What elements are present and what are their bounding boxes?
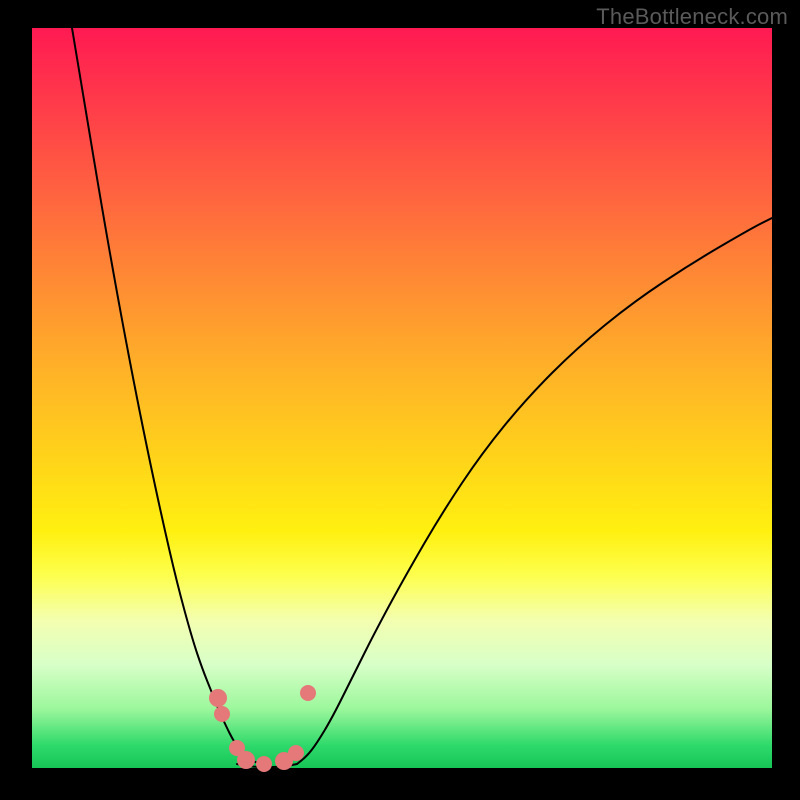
valley-marker-dot — [256, 756, 272, 772]
plot-area — [32, 28, 772, 768]
valley-marker-dot — [300, 685, 316, 701]
valley-marker-dot — [214, 706, 230, 722]
valley-marker-dot — [237, 751, 255, 769]
chart-stage: TheBottleneck.com — [0, 0, 800, 800]
valley-markers — [209, 685, 316, 772]
valley-marker-dot — [288, 745, 304, 761]
curve-right-curve — [297, 218, 772, 764]
curve-left-curve — [72, 28, 262, 764]
watermark-text: TheBottleneck.com — [596, 4, 788, 30]
bottleneck-curve — [72, 28, 772, 767]
curve-layer — [32, 28, 772, 768]
valley-marker-dot — [209, 689, 227, 707]
